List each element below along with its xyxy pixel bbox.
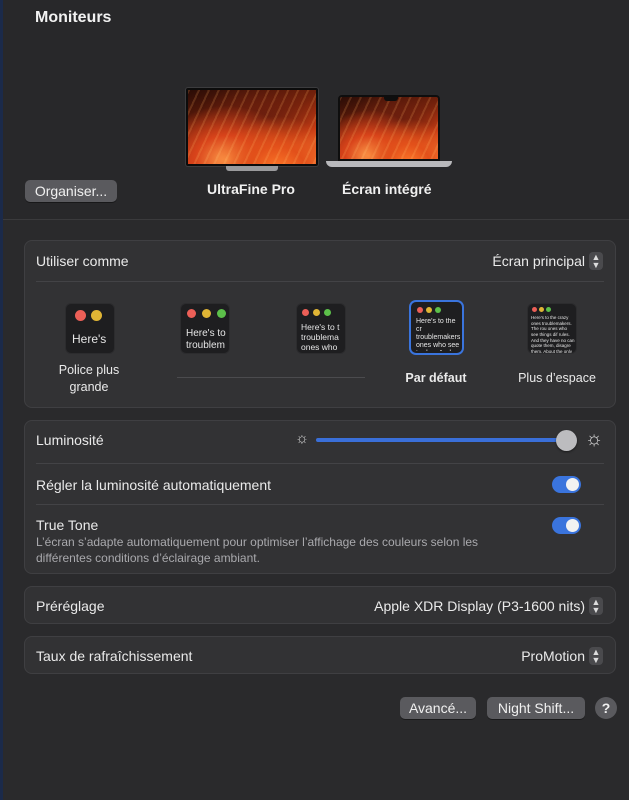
window-edge — [0, 0, 3, 800]
true-tone-toggle[interactable] — [552, 517, 581, 534]
refresh-rate-card: Taux de rafraîchissement ProMotion ▲ ▼ — [24, 636, 616, 674]
use-as-label: Utiliser comme — [36, 253, 129, 269]
resolution-label-larger-text: Police plus grande — [58, 363, 120, 394]
monitor-ultrafine-pro[interactable] — [186, 88, 318, 171]
up-down-chevron-icon[interactable]: ▲ ▼ — [589, 597, 603, 615]
true-tone-label: True Tone — [36, 517, 99, 533]
advanced-button[interactable]: Avancé... — [400, 697, 476, 719]
resolution-option-2[interactable]: Here's to troublem — [181, 304, 229, 353]
monitor-label-ultrafine[interactable]: UltraFine Pro — [207, 181, 295, 197]
display-use-card: Utiliser comme Écran principal ▲ ▼ Here's… — [24, 240, 616, 408]
resolution-option-more-space[interactable]: Here's to the crazy ones troublemakers. … — [528, 304, 576, 353]
resolution-label-more-space: Plus d’espace — [518, 371, 596, 385]
true-tone-description: L’écran s’adapte automatiquement pour op… — [36, 535, 479, 565]
preset-card: Préréglage Apple XDR Display (P3-1600 ni… — [24, 586, 616, 624]
arrange-button[interactable]: Organiser... — [25, 180, 117, 202]
night-shift-button[interactable]: Night Shift... — [487, 697, 585, 719]
divider — [36, 463, 604, 464]
refresh-rate-value[interactable]: ProMotion — [521, 648, 585, 664]
up-down-chevron-icon[interactable]: ▲ ▼ — [589, 647, 603, 665]
laptop-base — [326, 161, 452, 167]
preset-label: Préréglage — [36, 598, 105, 614]
use-as-value[interactable]: Écran principal — [492, 253, 585, 269]
auto-brightness-label: Régler la luminosité automatiquement — [36, 477, 272, 493]
preset-value[interactable]: Apple XDR Display (P3-1600 nits) — [374, 598, 585, 614]
resolution-option-default[interactable]: Here's to the cr troublemakers. ones who… — [411, 302, 462, 353]
resolution-option-larger-text[interactable]: Here's — [66, 304, 114, 353]
refresh-rate-label: Taux de rafraîchissement — [36, 648, 193, 664]
divider — [36, 281, 604, 282]
monitor-label-builtin[interactable]: Écran intégré — [342, 181, 431, 197]
resolution-divider — [177, 377, 365, 378]
brightness-slider-knob[interactable] — [556, 430, 577, 451]
help-button[interactable]: ? — [595, 697, 617, 719]
monitor-stand — [226, 166, 278, 171]
sun-small-icon: ☼ — [295, 430, 309, 447]
brightness-card: Luminosité Régler la luminosité automati… — [24, 420, 616, 574]
up-down-chevron-icon[interactable]: ▲ ▼ — [589, 252, 603, 270]
auto-brightness-toggle[interactable] — [552, 476, 581, 493]
brightness-slider-track[interactable] — [316, 438, 568, 442]
page-title: Moniteurs — [35, 9, 112, 26]
sun-large-icon: ☼ — [584, 428, 604, 450]
monitor-built-in[interactable] — [326, 95, 452, 169]
brightness-label: Luminosité — [36, 432, 104, 448]
resolution-option-3[interactable]: Here's to t troublema ones who — [297, 304, 345, 353]
resolution-label-default: Par défaut — [405, 371, 467, 385]
divider — [36, 504, 604, 505]
